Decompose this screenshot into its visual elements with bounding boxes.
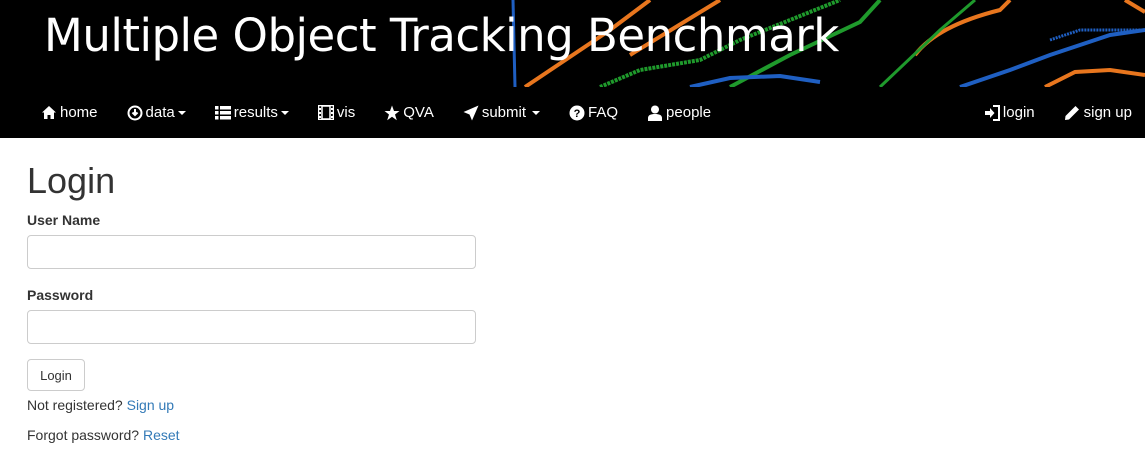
submit-row: Login — [27, 359, 1145, 393]
nav-vis-label: vis — [336, 104, 356, 121]
nav-submit-label: submit — [481, 104, 527, 121]
chevron-down-icon — [177, 110, 186, 115]
home-icon — [41, 105, 57, 121]
forgot-prompt: Forgot password? — [27, 427, 140, 443]
nav-login-label: login — [1002, 104, 1035, 121]
download-icon — [127, 105, 143, 121]
nav-data-dropdown[interactable]: data — [127, 87, 186, 138]
question-icon: ? — [569, 105, 585, 121]
nav-signup-label: sign up — [1083, 104, 1132, 121]
password-label: Password — [27, 287, 94, 303]
banner-stroke-orange-3 — [913, 0, 1012, 57]
login-button[interactable]: Login — [27, 359, 85, 391]
banner-stroke-orange-5 — [1123, 0, 1145, 14]
chevron-down-icon — [280, 110, 289, 115]
signup-link[interactable]: Sign up — [127, 397, 174, 413]
nav-people-label: people — [666, 104, 712, 121]
nav-home-label: home — [60, 104, 98, 121]
nav-login[interactable]: login — [984, 87, 1035, 138]
svg-text:?: ? — [574, 108, 581, 120]
nav-vis[interactable]: vis — [317, 87, 356, 138]
login-content: Login User Name Password Login Not regis… — [0, 138, 1145, 445]
nav-qva[interactable]: QVA — [384, 87, 434, 138]
register-prompt: Not registered? — [27, 397, 123, 413]
nav-results-label: results — [233, 104, 278, 121]
star-icon — [384, 105, 400, 121]
reset-link[interactable]: Reset — [143, 427, 180, 443]
site-banner: Multiple Object Tracking Benchmark — [0, 0, 1145, 87]
nav-qva-label: QVA — [403, 104, 434, 121]
nav-right-group: login sign up — [984, 87, 1132, 138]
password-input[interactable] — [27, 310, 476, 344]
chevron-down-icon — [532, 110, 541, 115]
nav-data-label: data — [145, 104, 175, 121]
nav-faq[interactable]: ? FAQ — [569, 87, 618, 138]
send-icon — [463, 105, 479, 121]
username-label: User Name — [27, 212, 101, 228]
nav-people[interactable]: people — [647, 87, 711, 138]
banner-stroke-blue-1 — [689, 73, 821, 87]
banner-stroke-blue-2 — [959, 28, 1145, 87]
list-icon — [214, 105, 231, 121]
pencil-icon — [1064, 105, 1080, 121]
site-title: Multiple Object Tracking Benchmark — [44, 9, 839, 62]
nav-results-dropdown[interactable]: results — [214, 87, 289, 138]
nav-home[interactable]: home — [41, 87, 98, 138]
nav-submit-dropdown[interactable]: submit — [463, 87, 541, 138]
nav-faq-label: FAQ — [588, 104, 619, 121]
log-in-icon — [984, 104, 1000, 121]
main-navbar: home data results vis QVA submit ? FAQ p… — [0, 87, 1145, 138]
banner-stroke-green-3 — [878, 0, 976, 87]
username-input[interactable] — [27, 235, 476, 269]
page-title: Login — [27, 160, 116, 201]
film-icon — [317, 105, 334, 121]
register-line: Not registered? Sign up — [27, 395, 1145, 415]
nav-left-group: home data results vis QVA submit ? FAQ p… — [41, 87, 711, 138]
forgot-line: Forgot password? Reset — [27, 425, 1145, 445]
banner-stroke-orange-4 — [1044, 67, 1145, 87]
user-icon — [647, 105, 663, 121]
nav-signup[interactable]: sign up — [1064, 87, 1132, 138]
